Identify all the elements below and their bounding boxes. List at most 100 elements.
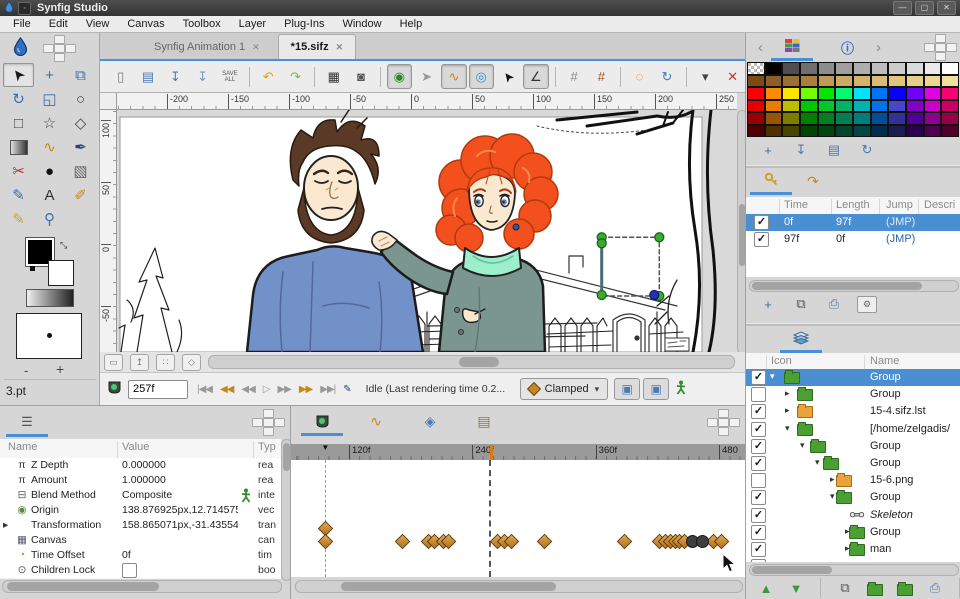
palette-color[interactable] (906, 87, 924, 100)
layer-checkbox[interactable]: ✓ (751, 387, 766, 402)
layer-row-group[interactable]: ✓▾Group (746, 369, 960, 386)
render-button[interactable]: ▦ (321, 64, 346, 89)
add-color-button[interactable]: + (758, 141, 778, 159)
brush-tool[interactable]: ▧ (65, 159, 96, 183)
canvas-tab-2[interactable]: *15.sifz✕ (278, 34, 356, 59)
palette-color[interactable] (782, 75, 800, 88)
waypoint-circle[interactable] (696, 535, 709, 548)
star-tool[interactable]: ☆ (34, 111, 65, 135)
pane-dock-control[interactable] (43, 35, 75, 61)
tab-meta-data[interactable]: ▤ (463, 409, 505, 433)
palette-color[interactable] (818, 75, 836, 88)
palette-color[interactable] (765, 62, 783, 75)
palette-color[interactable] (747, 87, 765, 100)
keyframes-horizontal-scrollbar[interactable] (749, 280, 959, 292)
expander-icon[interactable]: ▾ (785, 423, 790, 434)
prev-frame-button[interactable]: ◀◀ (238, 384, 257, 395)
menu-toolbox[interactable]: Toolbox (174, 17, 230, 31)
refresh-canvas-button[interactable]: ↻ (654, 64, 679, 89)
palette-color[interactable] (818, 62, 836, 75)
render-pen-button[interactable]: ✎ (340, 384, 353, 395)
palette-color[interactable] (782, 62, 800, 75)
palette-color[interactable] (765, 87, 783, 100)
redo-button[interactable]: ↷ (283, 64, 308, 89)
canvas-horizontal-scrollbar[interactable] (208, 355, 735, 369)
expander-icon[interactable]: ▾ (830, 491, 835, 502)
draw-tool[interactable]: ✒ (65, 135, 96, 159)
layer-checkbox[interactable]: ✓ (751, 370, 766, 385)
param-row-children-lock[interactable]: ⊙Children Lock✓boo (0, 563, 281, 578)
keyframe-properties-button[interactable]: ⚙ (857, 296, 877, 313)
zoom-tool[interactable]: ⚲ (34, 207, 65, 231)
grid-snap-button[interactable]: # (589, 64, 614, 89)
layer-row--home-zelgadis-[interactable]: ✓▾[/home/zelgadis/ (746, 421, 960, 438)
open-document-button[interactable]: ▤ (135, 64, 160, 89)
palette-color[interactable] (941, 62, 959, 75)
pane-dock-control[interactable] (252, 409, 284, 435)
lower-layer-button[interactable]: ▼ (786, 579, 806, 597)
eyedrop-tool[interactable]: ✎ (3, 183, 34, 207)
palette-color[interactable] (818, 125, 836, 138)
rectangle-tool[interactable]: □ (3, 111, 34, 135)
close-button[interactable]: ✕ (937, 1, 956, 15)
next-frame-button[interactable]: ▶▶ (274, 384, 293, 395)
tab-close-icon[interactable]: ✕ (252, 42, 260, 53)
palette-color[interactable] (800, 62, 818, 75)
palette-color[interactable] (871, 87, 889, 100)
grid-toggle-button[interactable]: # (561, 64, 586, 89)
timetrack-shield-icon[interactable] (107, 380, 122, 398)
expander-icon[interactable]: ▾ (770, 371, 775, 382)
preview-button[interactable]: ◙ (348, 64, 373, 89)
timetrack-ruler[interactable]: 120f240f360f480▼ (291, 444, 745, 461)
param-row-canvas[interactable]: ▦Canvascan (0, 533, 281, 548)
palette-color[interactable] (747, 75, 765, 88)
save-palette-button[interactable]: ↧ (791, 141, 811, 159)
palette-color[interactable] (853, 100, 871, 113)
layer-row-15-4-sifz-lst[interactable]: ✓▸15-4.sifz.lst (746, 403, 960, 420)
waypoint[interactable] (318, 534, 334, 550)
param-row-origin[interactable]: ◉Origin138.876925px,12.714575vec (0, 503, 281, 518)
keyframe-jump-link[interactable]: (JMP) (886, 233, 915, 245)
save-document-button[interactable]: ↧ (163, 64, 188, 89)
maximize-button[interactable]: ▢ (915, 1, 934, 15)
palette-color[interactable] (800, 100, 818, 113)
waypoint[interactable] (395, 534, 411, 550)
palette-color[interactable] (906, 125, 924, 138)
duplicate-layer-button[interactable]: ⧉ (835, 579, 855, 597)
tab-close-icon[interactable]: ✕ (336, 42, 344, 53)
pane-dock-control[interactable] (707, 409, 739, 435)
param-row-transformation[interactable]: ▸Transformation158.865071px,-31.43554tra… (0, 518, 281, 533)
low-res-toggle-button[interactable]: ▭ (104, 354, 123, 371)
palette-color[interactable] (782, 112, 800, 125)
palette-color[interactable] (941, 100, 959, 113)
palette-color[interactable] (835, 112, 853, 125)
export-layer-button[interactable]: ⎙ (925, 579, 945, 597)
rotate-tool[interactable]: ↻ (3, 87, 34, 111)
palette-color[interactable] (906, 62, 924, 75)
expander-icon[interactable]: ▾ (800, 440, 805, 451)
palette-color[interactable] (782, 100, 800, 113)
layer-checkbox[interactable]: ✓ (751, 473, 766, 488)
palette-color[interactable] (871, 75, 889, 88)
menu-help[interactable]: Help (391, 17, 432, 31)
seek-begin-button[interactable]: |◀◀ (194, 384, 215, 395)
palette-color[interactable] (765, 125, 783, 138)
palette-color[interactable] (853, 75, 871, 88)
layer-row-group[interactable]: ✓▸Group (746, 386, 960, 403)
tab-library[interactable]: ◈ (409, 409, 451, 433)
palette-color[interactable] (906, 75, 924, 88)
params-horizontal-scrollbar[interactable] (2, 580, 282, 593)
canvas-tab-1[interactable]: Synfig Animation 1✕ (142, 35, 272, 59)
cursor-tool-button[interactable]: ➤ (496, 64, 521, 89)
palette-color[interactable] (853, 87, 871, 100)
layer-row-group[interactable]: ✓▸Group (746, 524, 960, 541)
palette-color[interactable] (765, 100, 783, 113)
palette-color[interactable] (747, 125, 765, 138)
param-row-z-depth[interactable]: πZ Depth0.000000rea (0, 458, 281, 473)
palette-color[interactable] (924, 100, 942, 113)
lock-past-keyframe-button[interactable]: ▣ (614, 378, 640, 400)
save-as-button[interactable]: ↧ (190, 64, 215, 89)
palette-color[interactable] (888, 62, 906, 75)
palette-color[interactable] (906, 100, 924, 113)
palette-color[interactable] (924, 62, 942, 75)
